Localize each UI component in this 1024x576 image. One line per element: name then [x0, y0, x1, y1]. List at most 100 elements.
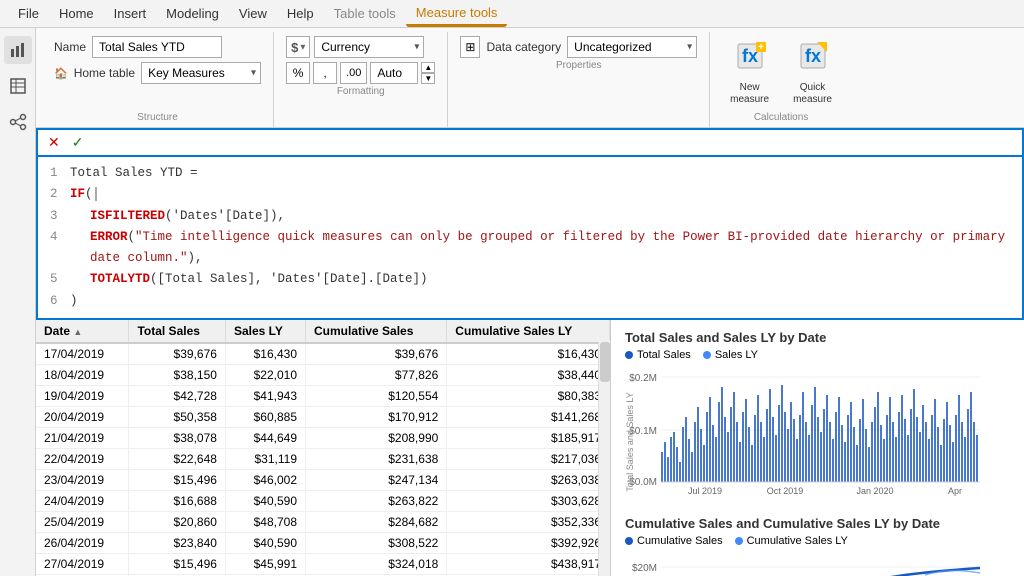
svg-text:Jul 2019: Jul 2019 [688, 486, 722, 496]
svg-text:Total Sales and Sales LY: Total Sales and Sales LY [625, 392, 635, 491]
svg-text:Apr: Apr [948, 486, 962, 496]
home-table-select[interactable]: Key Measures [141, 62, 261, 84]
col-cum-sales: Cumulative Sales [306, 320, 447, 343]
spin-up-btn[interactable]: ▲ [421, 62, 435, 73]
legend-label-cum-sales: Cumulative Sales [637, 535, 723, 547]
format-select[interactable]: Currency General Whole number Decimal nu… [314, 36, 424, 58]
formula-controls: ✕ ✓ [36, 128, 1024, 155]
home-table-select-wrap: Key Measures [141, 62, 261, 84]
quick-measure-btn[interactable]: fx Quickmeasure [785, 36, 840, 110]
chart2-legend: Cumulative Sales Cumulative Sales LY [625, 535, 1010, 547]
table-header-row: Date ▲ Total Sales Sales LY Cumulative S… [36, 320, 610, 343]
home-table-icon: 🏠 [54, 67, 68, 80]
spinner: ▲ ▼ [421, 62, 435, 84]
calculations-label: Calculations [722, 110, 840, 125]
comma-btn[interactable]: , [313, 62, 337, 84]
table-row: 21/04/2019$38,078$44,649$208,990$185,917 [36, 427, 610, 448]
table-row: 19/04/2019$42,728$41,943$120,554$80,383 [36, 385, 610, 406]
table-row: 27/04/2019$15,496$45,991$324,018$438,917 [36, 553, 610, 574]
confirm-formula-btn[interactable]: ✓ [68, 132, 88, 153]
table-icon[interactable] [4, 72, 32, 100]
menu-measure-tools[interactable]: Measure tools [406, 1, 508, 27]
formula-line-2: 2 IF( [50, 184, 1010, 205]
format-currency-arrow: ▾ [300, 42, 305, 53]
svg-text:fx: fx [805, 46, 821, 66]
new-measure-btn[interactable]: fx+ Newmeasure [722, 36, 777, 110]
formula-line-3: 3 ISFILTERED('Dates'[Date]), [50, 206, 1010, 227]
main-content: Name 🏠 Home table Key Measures Structure [36, 28, 1024, 576]
table-area: Date ▲ Total Sales Sales LY Cumulative S… [36, 320, 611, 576]
data-cat-select-wrap: Uncategorized [567, 36, 697, 58]
menu-home[interactable]: Home [49, 2, 104, 25]
calculations-group: fx+ Newmeasure fx Quickmeasure Calculati… [710, 32, 852, 127]
chart1-legend-sales-ly: Sales LY [703, 349, 758, 361]
formula-line-1: 1 Total Sales YTD = [50, 163, 1010, 184]
auto-input[interactable] [370, 62, 418, 84]
new-measure-icon: fx+ [734, 40, 766, 79]
table-row: 25/04/2019$20,860$48,708$284,682$352,336 [36, 511, 610, 532]
data-cat-select[interactable]: Uncategorized [567, 36, 697, 58]
formula-line-5: 5 TOTALYTD([Total Sales], 'Dates'[Date].… [50, 269, 1010, 290]
col-cum-sales-ly: Cumulative Sales LY [447, 320, 610, 343]
svg-text:fx: fx [742, 46, 758, 66]
scrollbar-thumb[interactable] [600, 342, 610, 382]
format-type-btn[interactable]: $ ▾ [286, 36, 310, 58]
cancel-formula-btn[interactable]: ✕ [44, 132, 64, 153]
formula-line-4: 4 ERROR("Time intelligence quick measure… [50, 227, 1010, 270]
chart1-legend-total-sales: Total Sales [625, 349, 691, 361]
legend-dot-total-sales [625, 351, 633, 359]
svg-text:$20M: $20M [632, 563, 657, 574]
structure-label: Structure [54, 110, 261, 125]
chart2-legend-cum-sales-ly: Cumulative Sales LY [735, 535, 848, 547]
legend-label-sales-ly: Sales LY [715, 349, 758, 361]
legend-dot-sales-ly [703, 351, 711, 359]
scrollbar[interactable] [598, 340, 610, 576]
table-row: 18/04/2019$38,150$22,010$77,826$38,440 [36, 364, 610, 385]
formula-editor[interactable]: 1 Total Sales YTD = 2 IF( 3 ISFILTERED('… [36, 155, 1024, 320]
chart2-container: Cumulative Sales and Cumulative Sales LY… [625, 516, 1010, 576]
menu-view[interactable]: View [229, 2, 277, 25]
data-cat-icon: ⊞ [460, 36, 480, 58]
table-body: 17/04/2019$39,676$16,430$39,676$16,43018… [36, 343, 610, 576]
quick-measure-icon: fx [797, 40, 829, 79]
chart1-container: Total Sales and Sales LY by Date Total S… [625, 330, 1010, 500]
sidebar [0, 28, 36, 576]
chart1-title: Total Sales and Sales LY by Date [625, 330, 1010, 345]
charts-area: Total Sales and Sales LY by Date Total S… [611, 320, 1024, 576]
name-label: Name [54, 40, 86, 54]
col-date: Date ▲ [36, 320, 129, 343]
model-icon[interactable] [4, 108, 32, 136]
properties-label: Properties [460, 58, 697, 73]
col-total-sales: Total Sales [129, 320, 225, 343]
new-measure-label: Newmeasure [730, 82, 769, 106]
spin-down-btn[interactable]: ▼ [421, 73, 435, 84]
chart1-svg: $0.2M $0.1M $0.0M Total Sales and Sales … [625, 367, 985, 497]
home-table-label: Home table [74, 66, 135, 80]
table-row: 17/04/2019$39,676$16,430$39,676$16,430 [36, 343, 610, 365]
svg-text:$0.2M: $0.2M [629, 373, 657, 384]
decimal-btn[interactable]: .00 [340, 62, 367, 84]
menu-file[interactable]: File [8, 2, 49, 25]
data-cat-label: Data category [486, 40, 561, 54]
data-table: Date ▲ Total Sales Sales LY Cumulative S… [36, 320, 610, 576]
menu-table-tools[interactable]: Table tools [324, 2, 406, 25]
percent-btn[interactable]: % [286, 62, 310, 84]
legend-dot-cum-sales-ly [735, 537, 743, 545]
menu-insert[interactable]: Insert [104, 2, 157, 25]
col-sales-ly: Sales LY [225, 320, 305, 343]
report-icon[interactable] [4, 36, 32, 64]
formatting-label: Formatting [286, 84, 435, 99]
menu-help[interactable]: Help [277, 2, 324, 25]
formula-line-6: 6 ) [50, 291, 1010, 312]
legend-label-cum-sales-ly: Cumulative Sales LY [747, 535, 848, 547]
svg-text:Jan 2020: Jan 2020 [856, 486, 893, 496]
format-select-wrap: Currency General Whole number Decimal nu… [314, 36, 424, 58]
chart2-svg: Cumulati... $20M $15M [625, 553, 985, 576]
svg-text:Oct 2019: Oct 2019 [767, 486, 804, 496]
ribbon: Name 🏠 Home table Key Measures Structure [36, 28, 1024, 128]
name-input[interactable] [92, 36, 222, 58]
format-currency-icon: $ [291, 40, 298, 55]
menu-modeling[interactable]: Modeling [156, 2, 229, 25]
bottom-area: Date ▲ Total Sales Sales LY Cumulative S… [36, 320, 1024, 576]
properties-group: ⊞ Data category Uncategorized Properties [448, 32, 710, 127]
